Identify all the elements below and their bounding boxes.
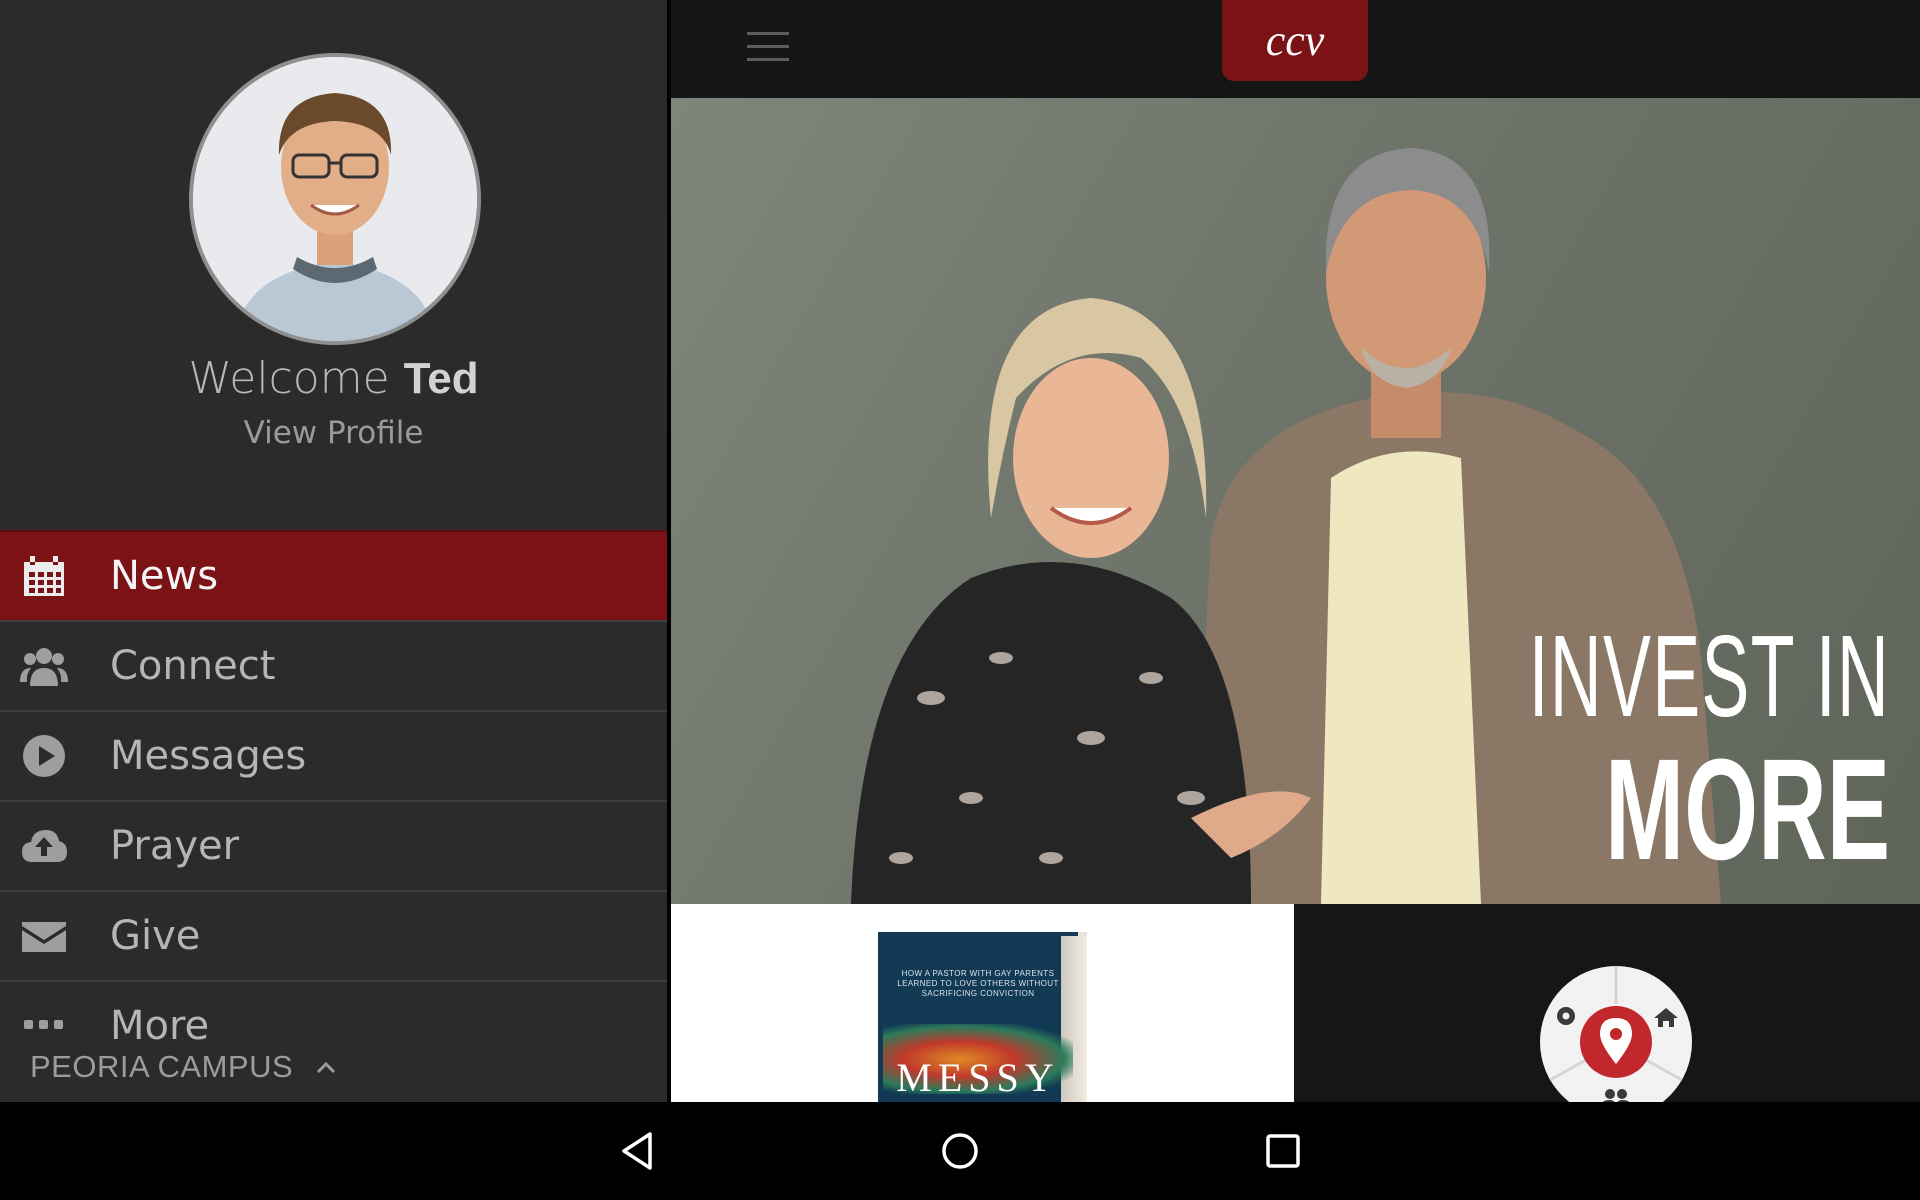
user-name: Ted bbox=[403, 354, 479, 403]
hero-banner[interactable]: INVEST IN MORE bbox=[671, 98, 1920, 904]
campus-badge-icon bbox=[1540, 966, 1692, 1102]
ellipsis-icon bbox=[20, 1002, 68, 1050]
chevron-up-icon bbox=[317, 1061, 336, 1074]
hero-line-1: INVEST IN bbox=[1528, 611, 1890, 741]
home-button-icon[interactable] bbox=[939, 1130, 981, 1172]
book-promo-card[interactable]: HOW A PASTOR WITH GAY PARENTS LEARNED TO… bbox=[671, 904, 1294, 1102]
play-circle-icon bbox=[20, 732, 68, 780]
nav-item-connect[interactable]: Connect bbox=[0, 620, 667, 710]
nav-item-give[interactable]: Give bbox=[0, 890, 667, 980]
hero-headline: INVEST IN MORE bbox=[1307, 618, 1890, 882]
nav-item-news[interactable]: News bbox=[0, 530, 667, 620]
main-content: ccv INVEST IN MORE HOW A PASTOR WITH GAY… bbox=[671, 0, 1920, 1102]
campus-promo-card[interactable] bbox=[1294, 904, 1920, 1102]
cloud-upload-icon bbox=[20, 822, 68, 870]
app-header: ccv bbox=[671, 0, 1920, 98]
campus-name: PEORIA CAMPUS bbox=[30, 1049, 294, 1084]
nav-item-prayer[interactable]: Prayer bbox=[0, 800, 667, 890]
back-icon[interactable] bbox=[616, 1130, 658, 1172]
svg-text:ccv: ccv bbox=[1266, 16, 1325, 65]
nav-item-label: Messages bbox=[110, 733, 307, 779]
system-navigation-bar bbox=[0, 1102, 1920, 1200]
book-subtitle: HOW A PASTOR WITH GAY PARENTS LEARNED TO… bbox=[897, 969, 1059, 998]
nav-item-label: News bbox=[110, 553, 219, 599]
menu-icon[interactable] bbox=[747, 32, 789, 62]
ccv-logo: ccv bbox=[1222, 0, 1368, 81]
navigation-drawer: Welcome Ted View Profile News Connect Me… bbox=[0, 0, 667, 1102]
profile-avatar[interactable] bbox=[189, 53, 481, 345]
logo-mark: ccv bbox=[1266, 16, 1325, 65]
welcome-text: Welcome Ted bbox=[0, 353, 667, 404]
recents-icon[interactable] bbox=[1262, 1130, 1304, 1172]
drawer-nav: News Connect Messages Prayer Give More bbox=[0, 530, 667, 1070]
nav-item-messages[interactable]: Messages bbox=[0, 710, 667, 800]
avatar-photo bbox=[193, 57, 477, 341]
nav-item-label: Connect bbox=[110, 643, 276, 689]
nav-item-label: Prayer bbox=[110, 823, 240, 869]
calendar-icon bbox=[20, 552, 68, 600]
nav-item-label: More bbox=[110, 1003, 210, 1049]
users-icon bbox=[20, 642, 68, 690]
hero-line-2: MORE bbox=[1604, 729, 1890, 890]
book-title: MESSY bbox=[896, 1055, 1060, 1100]
view-profile-link[interactable]: View Profile bbox=[0, 415, 667, 451]
welcome-prefix: Welcome bbox=[188, 353, 390, 404]
gear-icon bbox=[1557, 1007, 1575, 1025]
nav-item-label: Give bbox=[110, 913, 201, 959]
campus-selector[interactable]: PEORIA CAMPUS bbox=[30, 1049, 337, 1085]
envelope-icon bbox=[20, 912, 68, 960]
